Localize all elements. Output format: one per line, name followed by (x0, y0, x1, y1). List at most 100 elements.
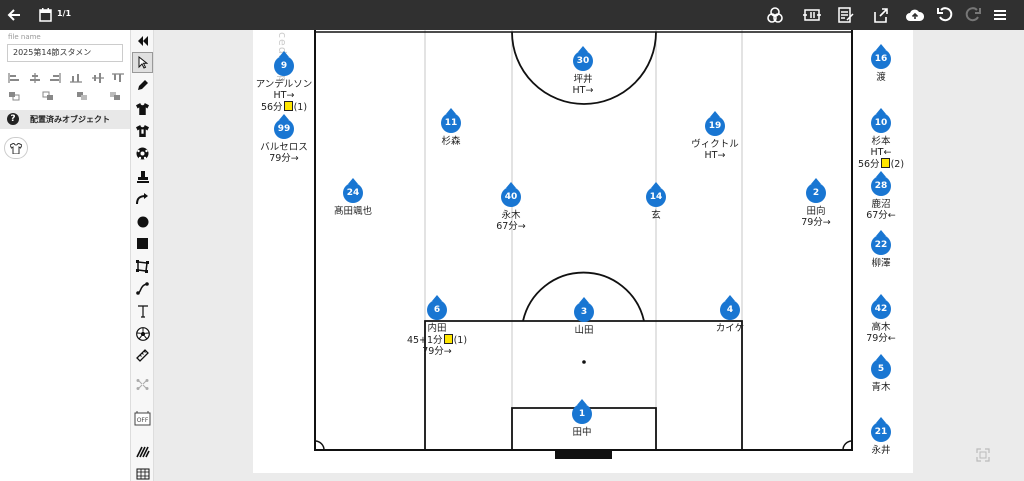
undo-icon[interactable] (935, 0, 955, 30)
player-marker[interactable]: 42 高木 79分← (831, 294, 931, 344)
player-marker[interactable]: 28 鹿沼 67分← (831, 171, 931, 221)
substitution-note: 67分→ (496, 221, 526, 232)
player-number: 11 (441, 113, 461, 133)
ruler-icon[interactable] (132, 345, 153, 366)
calendar-icon[interactable] (37, 0, 53, 30)
player-number: 2 (806, 183, 826, 203)
player-marker[interactable]: 99 バルセロス 79分→ (234, 114, 334, 164)
stamp-icon[interactable] (132, 166, 153, 187)
player-badge: 24 (343, 178, 363, 203)
circle-shape-icon[interactable] (132, 211, 153, 232)
swap-board-icon[interactable] (800, 0, 824, 30)
player-name: 鹿沼 (871, 199, 891, 210)
card-count: (1) (293, 102, 308, 113)
line-icon[interactable] (132, 278, 153, 299)
player-marker[interactable]: 22 柳澤 (831, 230, 931, 269)
player-marker[interactable]: 1 田中 (532, 399, 632, 438)
player-badge: 16 (871, 44, 891, 69)
select-pointer-icon[interactable] (132, 52, 153, 73)
fit-screen-icon[interactable] (976, 447, 990, 466)
player-name: 柳澤 (871, 258, 891, 269)
player-name: 内田 (427, 323, 447, 334)
square-shape-icon[interactable] (132, 233, 153, 254)
align-center-h-icon[interactable] (29, 73, 41, 83)
pattern-icon[interactable] (132, 441, 153, 462)
player-marker[interactable]: 9 アンデルソン HT→ 56分 (1) (234, 51, 334, 113)
pen-icon[interactable] (132, 75, 153, 96)
player-number: 6 (427, 300, 447, 320)
grid-pattern-icon[interactable] (132, 463, 153, 481)
player-marker[interactable]: 24 髙田颯也 (303, 178, 403, 217)
ball-icon[interactable] (132, 143, 153, 164)
player-number: 16 (871, 49, 891, 69)
player-number: 22 (871, 235, 891, 255)
player-name: 髙田颯也 (333, 206, 372, 217)
player-number: 19 (705, 116, 725, 136)
align-bottom-icon[interactable] (112, 73, 124, 83)
toggle-off-icon[interactable]: OFF (132, 408, 153, 429)
player-number: 1 (572, 404, 592, 424)
file-name-input[interactable]: 2025第14節スタメン (7, 44, 123, 62)
cloud-upload-icon[interactable] (904, 0, 926, 30)
player-badge: 11 (441, 108, 461, 133)
yellow-card-icon (443, 334, 453, 344)
player-name: 永井 (871, 445, 891, 456)
player-marker[interactable]: 11 杉森 (401, 108, 501, 147)
player-badge: 19 (705, 111, 725, 136)
object-chip[interactable] (4, 137, 28, 159)
polygon-icon[interactable] (132, 256, 153, 277)
jersey-icon[interactable] (132, 98, 153, 119)
football-icon[interactable] (132, 323, 153, 344)
player-marker[interactable]: 5 青木 (831, 354, 931, 393)
player-number: 30 (573, 51, 593, 71)
align-right-icon[interactable] (49, 73, 61, 83)
send-back-icon[interactable] (109, 91, 121, 101)
menu-icon[interactable] (992, 0, 1008, 30)
text-tool-icon[interactable] (132, 301, 153, 322)
player-name: ヴィクトル (691, 139, 739, 150)
player-marker[interactable]: 21 永井 (831, 417, 931, 456)
player-badge: 5 (871, 354, 891, 379)
player-badge: 28 (871, 171, 891, 196)
share-icon[interactable] (871, 0, 891, 30)
player-number: 40 (501, 187, 521, 207)
back-arrow-icon[interactable] (4, 0, 24, 30)
circles-icon[interactable] (765, 0, 785, 30)
player-name: 山田 (574, 325, 594, 336)
player-marker[interactable]: 16 渡 (831, 44, 931, 83)
redo-icon[interactable] (963, 0, 983, 30)
placed-objects-label: 配置済みオブジェクト (30, 115, 110, 124)
bring-front-icon[interactable] (8, 91, 20, 101)
collapse-panel-icon[interactable] (132, 30, 153, 51)
substitution-note: HT→ (572, 85, 594, 96)
card-note: 45+1分 (1) (387, 334, 487, 346)
player-marker[interactable]: 3 山田 (534, 297, 634, 336)
player-marker[interactable]: 40 永木 67分→ (461, 182, 561, 232)
player-name: 田中 (572, 427, 592, 438)
player-badge: 40 (501, 182, 521, 207)
curved-arrow-icon[interactable] (132, 188, 153, 209)
edit-note-icon[interactable] (836, 0, 856, 30)
send-backward-icon[interactable] (76, 91, 88, 101)
player-number: 99 (274, 119, 294, 139)
player-badge: 9 (274, 51, 294, 76)
card-minute: 56分 (857, 159, 880, 170)
align-top-icon[interactable] (70, 73, 82, 83)
align-middle-icon[interactable] (92, 73, 104, 83)
placed-objects-row[interactable]: ? 配置済みオブジェクト (0, 110, 130, 129)
player-number: 28 (871, 176, 891, 196)
card-count: (1) (453, 335, 468, 346)
formation-icon[interactable] (132, 374, 153, 395)
player-marker[interactable]: 4 カイケ (680, 295, 780, 334)
player-marker[interactable]: 19 ヴィクトル HT→ (665, 111, 765, 161)
bring-forward-icon[interactable] (42, 91, 54, 101)
player-name: 永木 (501, 210, 521, 221)
align-left-icon[interactable] (8, 73, 20, 83)
jersey-alt-icon[interactable] (132, 120, 153, 141)
player-marker[interactable]: 30 坪井 HT→ (533, 46, 633, 96)
help-icon[interactable]: ? (7, 113, 19, 125)
player-marker[interactable]: 6 内田 45+1分 (1) 79分→ (387, 295, 487, 357)
player-marker[interactable]: 10 杉本 HT← 56分 (2) (831, 108, 931, 170)
player-marker[interactable]: 14 玄 (606, 182, 706, 221)
file-name-label: file name (8, 33, 41, 41)
